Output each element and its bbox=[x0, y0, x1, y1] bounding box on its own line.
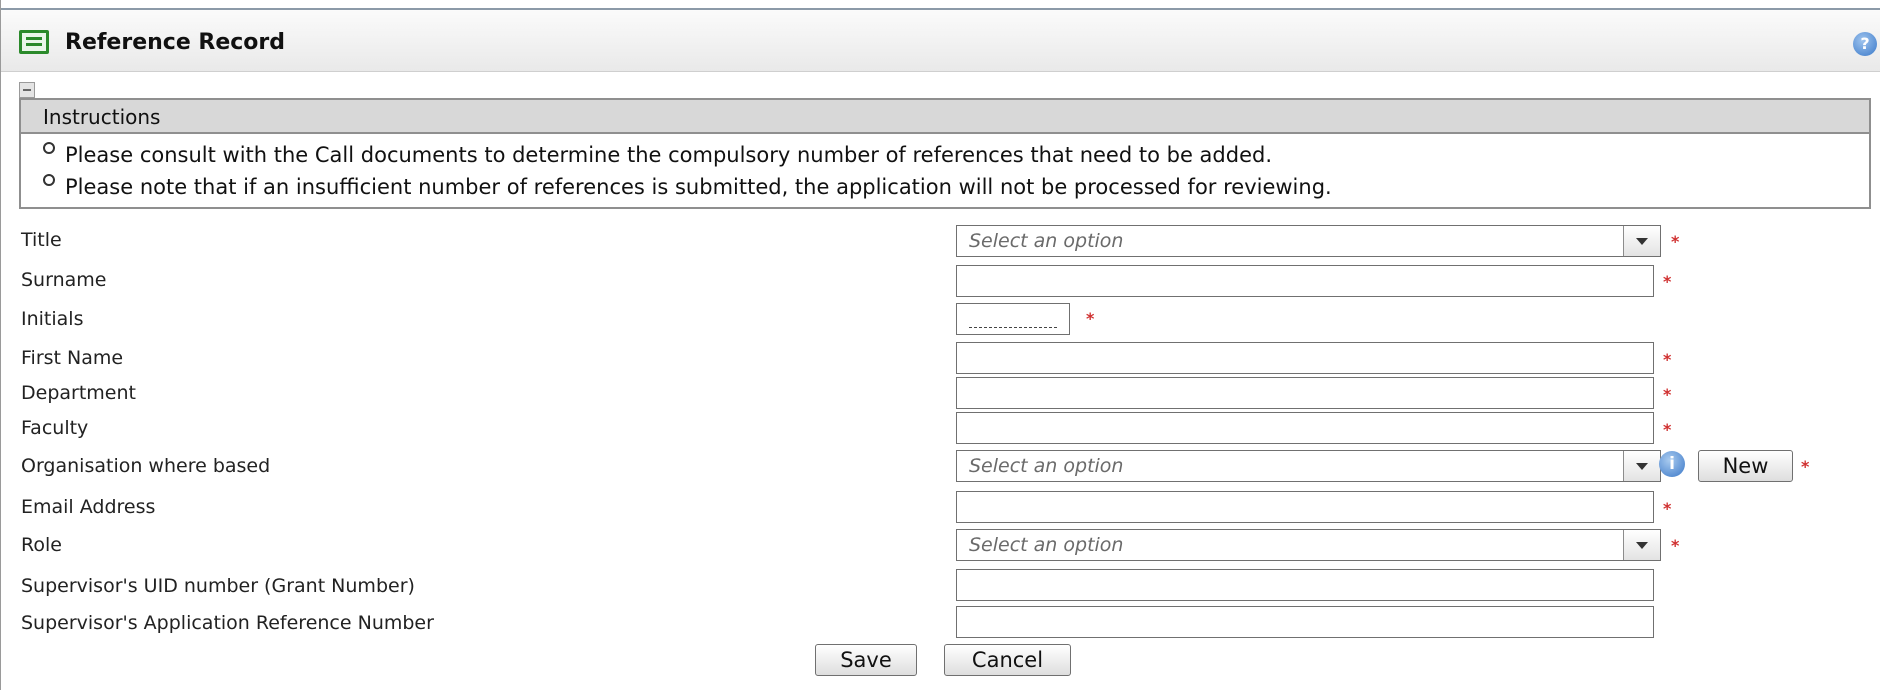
department-input[interactable] bbox=[956, 377, 1654, 409]
initials-label: Initials bbox=[21, 308, 84, 330]
reference-record-window: Reference Record ? Instructions Please c… bbox=[0, 0, 1880, 690]
supervisor-uid-label: Supervisor's UID number (Grant Number) bbox=[21, 575, 415, 597]
supervisor-app-ref-label: Supervisor's Application Reference Numbe… bbox=[21, 612, 434, 634]
required-marker: * bbox=[1671, 536, 1680, 555]
window-title: Reference Record bbox=[65, 30, 286, 55]
required-marker: * bbox=[1086, 309, 1095, 328]
info-icon[interactable]: i bbox=[1659, 451, 1685, 477]
role-placeholder: Select an option bbox=[969, 534, 1124, 556]
organisation-label: Organisation where based bbox=[21, 455, 271, 477]
required-marker: * bbox=[1801, 457, 1810, 476]
role-label: Role bbox=[21, 534, 62, 556]
form-list-icon bbox=[19, 30, 49, 54]
supervisor-uid-input[interactable] bbox=[956, 569, 1654, 601]
required-marker: * bbox=[1663, 385, 1672, 404]
first-name-label: First Name bbox=[21, 347, 124, 369]
first-name-input[interactable] bbox=[956, 342, 1654, 374]
supervisor-app-ref-input[interactable] bbox=[956, 606, 1654, 638]
organisation-select[interactable]: Select an option bbox=[956, 450, 1661, 482]
surname-label: Surname bbox=[21, 269, 107, 291]
required-marker: * bbox=[1663, 420, 1672, 439]
title-bar: Reference Record ? bbox=[1, 8, 1880, 72]
chevron-down-icon[interactable] bbox=[1623, 530, 1660, 560]
role-select[interactable]: Select an option bbox=[956, 529, 1661, 561]
surname-input[interactable] bbox=[956, 265, 1654, 297]
help-icon[interactable]: ? bbox=[1853, 32, 1877, 56]
department-label: Department bbox=[21, 382, 136, 404]
collapse-icon[interactable] bbox=[19, 82, 35, 98]
initials-input[interactable] bbox=[956, 303, 1070, 335]
instructions-heading: Instructions bbox=[21, 100, 1869, 134]
required-marker: * bbox=[1663, 272, 1672, 291]
required-marker: * bbox=[1671, 232, 1680, 251]
bullet-icon bbox=[43, 174, 55, 186]
organisation-placeholder: Select an option bbox=[969, 455, 1124, 477]
save-button[interactable]: Save bbox=[815, 644, 917, 676]
title-select[interactable]: Select an option bbox=[956, 225, 1661, 257]
faculty-label: Faculty bbox=[21, 417, 89, 439]
cancel-button[interactable]: Cancel bbox=[944, 644, 1071, 676]
required-marker: * bbox=[1663, 499, 1672, 518]
bullet-icon bbox=[43, 142, 55, 154]
chevron-down-icon[interactable] bbox=[1623, 451, 1660, 481]
title-label: Title bbox=[21, 229, 62, 251]
input-mask bbox=[969, 326, 1057, 328]
new-organisation-button[interactable]: New bbox=[1698, 450, 1793, 482]
faculty-input[interactable] bbox=[956, 412, 1654, 444]
email-input[interactable] bbox=[956, 491, 1654, 523]
instruction-item: Please note that if an insufficient numb… bbox=[43, 174, 1332, 199]
email-label: Email Address bbox=[21, 496, 156, 518]
instruction-item: Please consult with the Call documents t… bbox=[43, 142, 1272, 167]
chevron-down-icon[interactable] bbox=[1623, 226, 1660, 256]
required-marker: * bbox=[1663, 350, 1672, 369]
instructions-panel: Instructions Please consult with the Cal… bbox=[19, 98, 1871, 209]
title-placeholder: Select an option bbox=[969, 230, 1124, 252]
